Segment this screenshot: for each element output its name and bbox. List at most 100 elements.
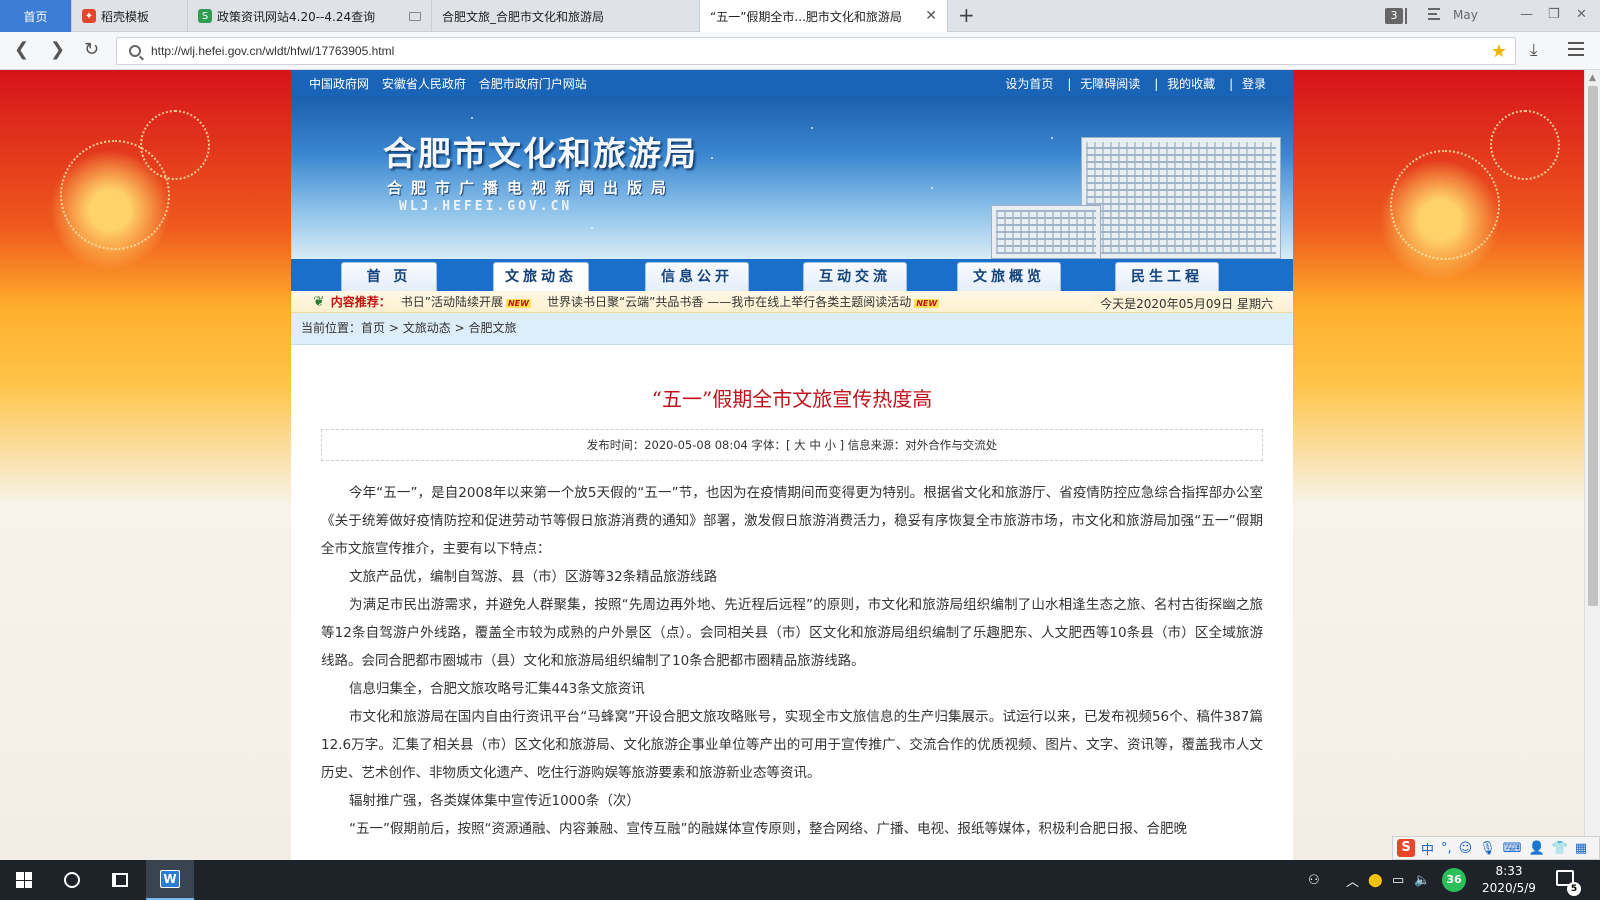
nav-tourism-news[interactable]: 文旅动态 bbox=[493, 262, 589, 291]
bookmark-star-icon[interactable]: ★ bbox=[1491, 41, 1507, 62]
url-field[interactable]: http://wlj.hefei.gov.cn/wldt/hfwl/177639… bbox=[116, 37, 1516, 65]
nav-info-disclosure[interactable]: 信息公开 bbox=[645, 262, 749, 291]
breadcrumb-hefei-tourism[interactable]: 合肥文旅 bbox=[468, 321, 516, 335]
breadcrumb-tourism-news[interactable]: 文旅动态 bbox=[403, 321, 451, 335]
screen-record-icon[interactable] bbox=[409, 11, 421, 21]
set-homepage-link[interactable]: 设为首页 bbox=[1005, 77, 1053, 91]
profile-label[interactable]: May bbox=[1453, 8, 1478, 22]
breadcrumb-separator: > bbox=[454, 321, 465, 335]
emoji-icon[interactable]: ☺ bbox=[1459, 841, 1473, 856]
taskbar-wps-browser[interactable]: W bbox=[146, 860, 194, 900]
volume-icon[interactable]: 🔈 bbox=[1414, 860, 1430, 900]
article-subheading: 信息归集全，合肥文旅攻略号汇集443条文旅资讯 bbox=[349, 681, 645, 697]
breadcrumb-prefix: 当前位置： bbox=[301, 321, 362, 335]
font-small-link[interactable]: 小 bbox=[824, 438, 836, 452]
microphone-icon[interactable]: 🎙 bbox=[1479, 841, 1496, 856]
nav-tourism-overview[interactable]: 文旅概览 bbox=[957, 262, 1061, 291]
system-clock[interactable]: 8:33 2020/5/9 bbox=[1476, 863, 1542, 897]
forward-icon[interactable]: ❯ bbox=[50, 40, 65, 60]
ticker-item-text[interactable]: 世界读书日聚“云端”共品书香 ——我市在线上举行各类主题阅读活动 bbox=[547, 295, 911, 309]
site-top-bar: 中国政府网 安徽省人民政府 合肥市政府门户网站 设为首页 | 无障碍阅读 | 我的收… bbox=[291, 70, 1293, 97]
building-image bbox=[1081, 137, 1281, 259]
notification-count: 5 bbox=[1567, 882, 1581, 896]
sogou-logo-icon[interactable]: S bbox=[1397, 839, 1415, 857]
site-subtitle: 合肥市广播电视新闻出版局 bbox=[387, 179, 676, 197]
login-link[interactable]: 登录 bbox=[1242, 77, 1266, 91]
tab-policy-news[interactable]: S 政策资讯网站4.20--4.24查询 bbox=[188, 0, 432, 32]
tray-expand-icon[interactable]: ︿ bbox=[1346, 860, 1359, 900]
security-shield-icon[interactable]: ⬤ bbox=[1368, 860, 1383, 900]
close-window-icon[interactable]: ✕ bbox=[1576, 7, 1587, 22]
source-value: 对外合作与交流处 bbox=[905, 438, 998, 452]
url-text[interactable]: http://wlj.hefei.gov.cn/wldt/hfwl/177639… bbox=[151, 44, 394, 58]
tab-home[interactable]: 首页 bbox=[0, 0, 72, 32]
tray-app-360[interactable]: 36 bbox=[1442, 860, 1466, 900]
tab-daoke-templates[interactable]: ✦ 稻壳模板 bbox=[72, 0, 188, 32]
tab-count-badge[interactable]: 3 bbox=[1385, 8, 1403, 24]
nav-interaction[interactable]: 互动交流 bbox=[803, 262, 907, 291]
scroll-up-icon[interactable]: ▲ bbox=[1589, 73, 1596, 83]
accessibility-link[interactable]: 无障碍阅读 bbox=[1080, 77, 1140, 91]
address-bar: ❮ ❯ ↻ http://wlj.hefei.gov.cn/wldt/hfwl/… bbox=[0, 32, 1600, 70]
minimize-icon[interactable]: — bbox=[1520, 7, 1533, 22]
browser-menu-icon[interactable] bbox=[1568, 42, 1584, 56]
nav-home[interactable]: 首 页 bbox=[341, 262, 437, 291]
windows-taskbar: W ⚇ ︿ ⬤ ▭ 🔈 36 8:33 2020/5/9 5 bbox=[0, 860, 1600, 900]
font-size-close: ] bbox=[839, 438, 845, 452]
font-large-link[interactable]: 大 bbox=[794, 438, 806, 452]
ticker-item[interactable]: 世界读书日聚“云端”共品书香 ——我市在线上举行各类主题阅读活动 NEW bbox=[547, 293, 940, 310]
keyboard-icon[interactable]: ⌨ bbox=[1503, 841, 1522, 856]
ime-toolbar: S 中 °, ☺ 🎙 ⌨ 👤 👕 ▦ bbox=[1392, 836, 1600, 860]
article-paragraph: 为满足市民出游需求，并避免人群聚集，按照“先周边再外地、先近程后远程”的原则，市… bbox=[321, 597, 1263, 669]
link-anhui-gov[interactable]: 安徽省人民政府 bbox=[382, 77, 466, 91]
breadcrumb-separator: > bbox=[388, 321, 399, 335]
ime-mode[interactable]: 中 bbox=[1421, 839, 1434, 858]
today-date: 今天是2020年05月09日 星期六 bbox=[1092, 295, 1273, 312]
main-nav: 首 页 文旅动态 信息公开 互动交流 文旅概览 民生工程 bbox=[291, 259, 1293, 291]
ticker-item[interactable]: 书日”活动陆续开展 NEW bbox=[401, 293, 531, 310]
cortana-button[interactable] bbox=[48, 860, 96, 900]
start-button[interactable] bbox=[0, 860, 48, 900]
skin-icon[interactable]: 👕 bbox=[1552, 841, 1568, 856]
article-subheading: 辐射推广强，各类媒体集中宣传近1000条（次） bbox=[349, 793, 640, 809]
article-paragraph: 市文化和旅游局在国内自由行资讯平台“马蜂窝”开设合肥文旅攻略账号，实现全市文旅信… bbox=[321, 709, 1263, 781]
reload-icon[interactable]: ↻ bbox=[84, 40, 99, 60]
new-tab-button[interactable]: + bbox=[958, 4, 975, 26]
people-icon[interactable]: ⚇ bbox=[1308, 860, 1320, 900]
nav-livelihood[interactable]: 民生工程 bbox=[1115, 262, 1219, 291]
favorites-link[interactable]: 我的收藏 bbox=[1167, 77, 1215, 91]
tab-hefei-culture-tourism[interactable]: 合肥文旅_合肥市文化和旅游局 bbox=[432, 0, 700, 32]
ticker-label: 内容推荐： bbox=[330, 295, 391, 309]
publish-time: 2020-05-08 08:04 bbox=[644, 438, 748, 452]
reading-list-icon[interactable] bbox=[1428, 8, 1440, 20]
ticker-item-text[interactable]: 书日”活动陆续开展 bbox=[401, 295, 503, 309]
article-paragraph: “五一”假期前后，按照“资源通融、内容兼融、宣传互融”的融媒体宣传原则，整合网络… bbox=[349, 821, 1187, 837]
article-paragraph: 今年“五一”，是自2008年以来第一个放5天假的“五一”节，也因为在疫情期间而变… bbox=[321, 485, 1263, 557]
website: 中国政府网 安徽省人民政府 合肥市政府门户网站 设为首页 | 无障碍阅读 | 我的收… bbox=[291, 70, 1293, 860]
download-icon[interactable]: ⤓ bbox=[1530, 40, 1538, 60]
article: “五一”假期全市文旅宣传热度高 发布时间：2020-05-08 08:04 字体… bbox=[291, 383, 1293, 843]
tab-stack-icon bbox=[1405, 8, 1409, 24]
ime-punctuation[interactable]: °, bbox=[1441, 841, 1452, 856]
windows-logo-icon bbox=[16, 872, 32, 888]
firework-decoration bbox=[1490, 110, 1560, 180]
tab-label: 合肥文旅_合肥市文化和旅游局 bbox=[442, 9, 605, 24]
close-tab-icon[interactable]: ✕ bbox=[925, 8, 937, 24]
task-view-icon bbox=[112, 873, 128, 887]
link-china-gov[interactable]: 中国政府网 bbox=[309, 77, 369, 91]
breadcrumb-home[interactable]: 首页 bbox=[361, 321, 385, 335]
restore-icon[interactable]: ❐ bbox=[1548, 7, 1560, 22]
tab-active-article[interactable]: “五一”假期全市...肥市文化和旅游局 ✕ bbox=[700, 0, 948, 32]
network-icon[interactable]: ▭ bbox=[1392, 860, 1404, 900]
separator: | bbox=[1154, 77, 1159, 91]
user-icon[interactable]: 👤 bbox=[1529, 841, 1545, 856]
link-hefei-gov-portal[interactable]: 合肥市政府门户网站 bbox=[479, 77, 587, 91]
new-badge: NEW bbox=[914, 299, 940, 308]
font-medium-link[interactable]: 中 bbox=[809, 438, 821, 452]
task-view-button[interactable] bbox=[96, 860, 144, 900]
scrollbar-thumb[interactable] bbox=[1588, 86, 1598, 606]
back-icon[interactable]: ❮ bbox=[14, 40, 29, 60]
grid-menu-icon[interactable]: ▦ bbox=[1575, 841, 1587, 856]
site-banner: 合肥市文化和旅游局 合肥市广播电视新闻出版局 WLJ.HEFEI.GOV.CN bbox=[291, 97, 1293, 259]
page-scrollbar[interactable]: ▲ bbox=[1584, 70, 1600, 860]
